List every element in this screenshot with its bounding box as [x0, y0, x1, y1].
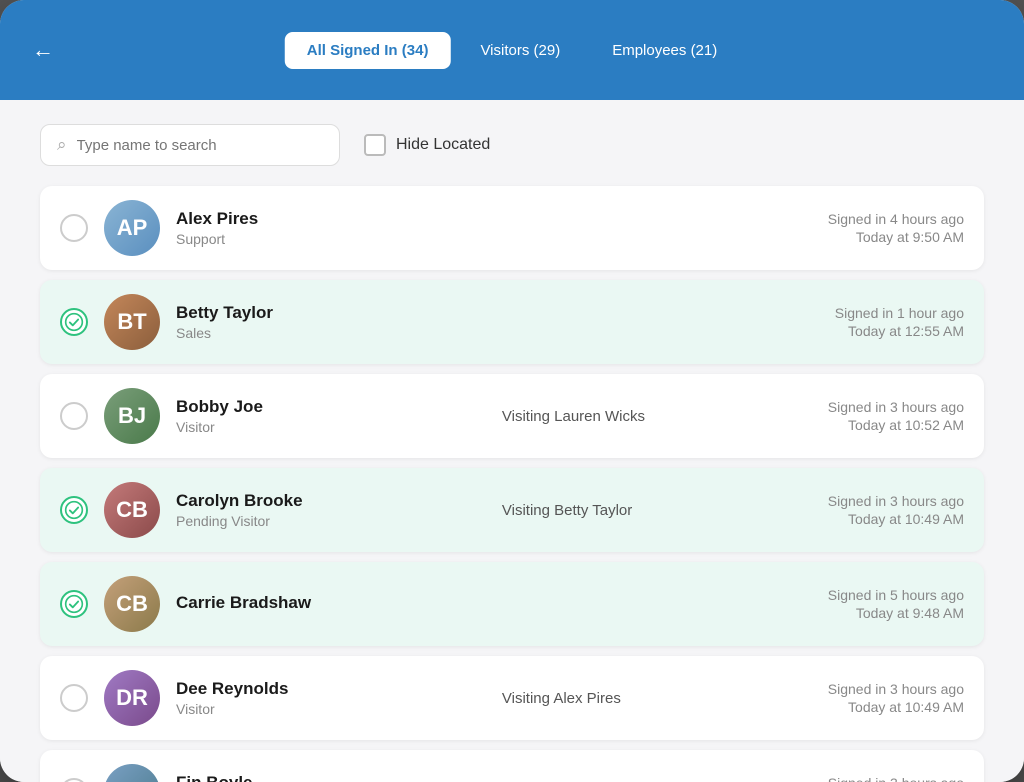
- person-time-alex-pires: Signed in 4 hours ago Today at 9:50 AM: [828, 211, 964, 245]
- locate-toggle-fin-boyle[interactable]: [60, 778, 88, 782]
- person-name-dee-reynolds: Dee Reynolds: [176, 679, 486, 699]
- person-visiting-bobby-joe: Visiting Lauren Wicks: [502, 408, 812, 425]
- signed-in-label-carrie-bradshaw: Signed in 5 hours ago: [828, 587, 964, 603]
- person-info-fin-boyle: Fin BoyleSales: [176, 773, 486, 782]
- person-visiting-dee-reynolds: Visiting Alex Pires: [502, 690, 812, 707]
- locate-toggle-betty-taylor[interactable]: [60, 308, 88, 336]
- person-list: AP Alex Pires Support Signed in 4 hours ago…: [40, 186, 984, 782]
- search-icon: ⌕: [57, 135, 67, 155]
- person-card-alex-pires[interactable]: AP Alex Pires Support Signed in 4 hours ago…: [40, 186, 984, 270]
- signed-in-label-alex-pires: Signed in 4 hours ago: [828, 211, 964, 227]
- person-card-carolyn-brooke[interactable]: CB Carolyn Brooke Pending Visitor Visiting …: [40, 468, 984, 552]
- person-time-carrie-bradshaw: Signed in 5 hours ago Today at 9:48 AM: [828, 587, 964, 621]
- header: ← All Signed In (34)Visitors (29)Employe…: [0, 0, 1024, 100]
- person-role-carolyn-brooke: Pending Visitor: [176, 513, 486, 529]
- person-time-carolyn-brooke: Signed in 3 hours ago Today at 10:49 AM: [828, 493, 964, 527]
- person-name-carrie-bradshaw: Carrie Bradshaw: [176, 593, 486, 613]
- person-info-carolyn-brooke: Carolyn Brooke Pending Visitor: [176, 491, 486, 529]
- search-box[interactable]: ⌕: [40, 124, 340, 166]
- time-value-carrie-bradshaw: Today at 9:48 AM: [828, 605, 964, 621]
- person-name-fin-boyle: Fin Boyle: [176, 773, 486, 782]
- avatar-carolyn-brooke: CB: [104, 482, 160, 538]
- time-value-alex-pires: Today at 9:50 AM: [828, 229, 964, 245]
- person-info-dee-reynolds: Dee Reynolds Visitor: [176, 679, 486, 717]
- hide-located-label: Hide Located: [396, 136, 490, 154]
- person-card-betty-taylor[interactable]: BT Betty Taylor Sales Signed in 1 hour ago T…: [40, 280, 984, 364]
- signed-in-label-dee-reynolds: Signed in 3 hours ago: [828, 681, 964, 697]
- time-value-carolyn-brooke: Today at 10:49 AM: [828, 511, 964, 527]
- time-value-betty-taylor: Today at 12:55 AM: [835, 323, 964, 339]
- time-value-bobby-joe: Today at 10:52 AM: [828, 417, 964, 433]
- person-info-betty-taylor: Betty Taylor Sales: [176, 303, 489, 341]
- hide-located-checkbox[interactable]: [364, 134, 386, 156]
- app-container: ← All Signed In (34)Visitors (29)Employe…: [0, 0, 1024, 782]
- person-time-betty-taylor: Signed in 1 hour ago Today at 12:55 AM: [835, 305, 964, 339]
- person-info-alex-pires: Alex Pires Support: [176, 209, 486, 247]
- search-input[interactable]: [77, 137, 323, 154]
- person-card-fin-boyle[interactable]: FB Fin BoyleSales Signed in 3 hours agoTod…: [40, 750, 984, 782]
- locate-toggle-alex-pires[interactable]: [60, 214, 88, 242]
- person-role-bobby-joe: Visitor: [176, 419, 486, 435]
- main-content: ⌕ Hide Located AP Alex Pires Support Signed…: [0, 100, 1024, 782]
- tab-visitors[interactable]: Visitors (29): [458, 32, 582, 69]
- person-info-carrie-bradshaw: Carrie Bradshaw: [176, 593, 486, 615]
- hide-located-toggle[interactable]: Hide Located: [364, 134, 490, 156]
- locate-toggle-carrie-bradshaw[interactable]: [60, 590, 88, 618]
- person-info-bobby-joe: Bobby Joe Visitor: [176, 397, 486, 435]
- tab-employees[interactable]: Employees (21): [590, 32, 739, 69]
- signed-in-label-bobby-joe: Signed in 3 hours ago: [828, 399, 964, 415]
- avatar-alex-pires: AP: [104, 200, 160, 256]
- locate-toggle-dee-reynolds[interactable]: [60, 684, 88, 712]
- person-name-betty-taylor: Betty Taylor: [176, 303, 489, 323]
- person-name-carolyn-brooke: Carolyn Brooke: [176, 491, 486, 511]
- avatar-dee-reynolds: DR: [104, 670, 160, 726]
- time-value-dee-reynolds: Today at 10:49 AM: [828, 699, 964, 715]
- avatar-fin-boyle: FB: [104, 764, 160, 782]
- person-card-carrie-bradshaw[interactable]: CB Carrie Bradshaw Signed in 5 hours ago To…: [40, 562, 984, 646]
- back-icon: ←: [32, 37, 54, 63]
- back-button[interactable]: ←: [24, 29, 62, 71]
- person-role-alex-pires: Support: [176, 231, 486, 247]
- person-time-bobby-joe: Signed in 3 hours ago Today at 10:52 AM: [828, 399, 964, 433]
- person-name-bobby-joe: Bobby Joe: [176, 397, 486, 417]
- signed-in-label-carolyn-brooke: Signed in 3 hours ago: [828, 493, 964, 509]
- person-time-dee-reynolds: Signed in 3 hours ago Today at 10:49 AM: [828, 681, 964, 715]
- avatar-carrie-bradshaw: CB: [104, 576, 160, 632]
- tab-all[interactable]: All Signed In (34): [285, 32, 451, 69]
- person-visiting-carolyn-brooke: Visiting Betty Taylor: [502, 502, 812, 519]
- filter-row: ⌕ Hide Located: [40, 124, 984, 166]
- signed-in-label-betty-taylor: Signed in 1 hour ago: [835, 305, 964, 321]
- person-card-dee-reynolds[interactable]: DR Dee Reynolds Visitor Visiting Alex Pires…: [40, 656, 984, 740]
- signed-in-label-fin-boyle: Signed in 3 hours ago: [828, 775, 964, 782]
- locate-toggle-bobby-joe[interactable]: [60, 402, 88, 430]
- tab-bar: All Signed In (34)Visitors (29)Employees…: [285, 32, 739, 69]
- person-name-alex-pires: Alex Pires: [176, 209, 486, 229]
- person-role-betty-taylor: Sales: [176, 325, 489, 341]
- avatar-betty-taylor: BT: [104, 294, 160, 350]
- person-card-bobby-joe[interactable]: BJ Bobby Joe Visitor Visiting Lauren Wicks S…: [40, 374, 984, 458]
- locate-toggle-carolyn-brooke[interactable]: [60, 496, 88, 524]
- avatar-bobby-joe: BJ: [104, 388, 160, 444]
- person-role-dee-reynolds: Visitor: [176, 701, 486, 717]
- person-time-fin-boyle: Signed in 3 hours agoToday at 10:52 AM: [828, 775, 964, 782]
